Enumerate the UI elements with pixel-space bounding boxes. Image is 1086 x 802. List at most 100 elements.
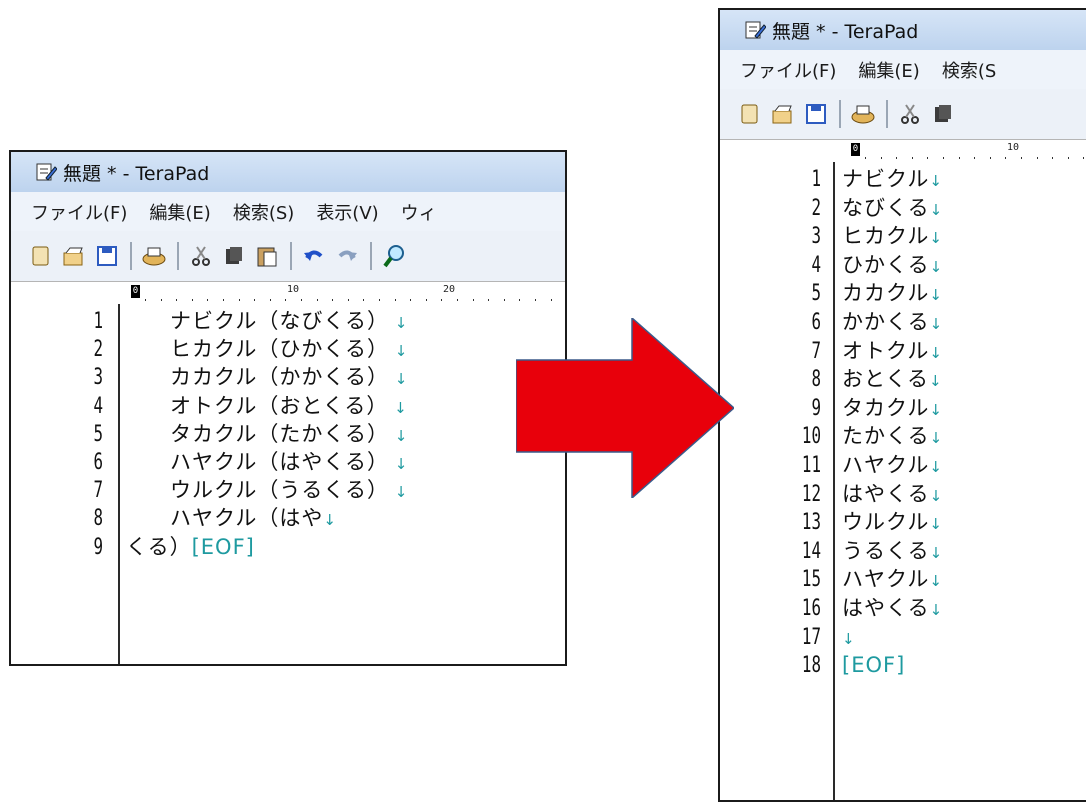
ruler-tick bbox=[223, 299, 224, 301]
print-icon[interactable] bbox=[851, 101, 875, 127]
text-line: カカクル↓ bbox=[842, 282, 943, 307]
terapad-app-icon bbox=[35, 161, 57, 183]
ruler-tick bbox=[504, 299, 505, 301]
line-text: ナビクル bbox=[842, 167, 930, 191]
newline-marker: ↓ bbox=[929, 572, 943, 591]
ruler-tick bbox=[348, 299, 349, 301]
text-line: くる）[EOF] bbox=[126, 535, 255, 561]
line-text: カカクル（かかくる） bbox=[126, 365, 389, 390]
newline-marker: ↓ bbox=[929, 229, 943, 248]
ruler-tick bbox=[865, 157, 866, 159]
ruler-tick bbox=[192, 299, 193, 301]
menu-bar: ファイル(F) 編集(E) 検索(S) 表示(V) ウィ bbox=[11, 192, 565, 231]
line-number: 2 bbox=[93, 337, 103, 363]
line-text: オトクル bbox=[842, 338, 930, 363]
menu-window[interactable]: ウィ bbox=[401, 199, 437, 225]
line-text: なびくる bbox=[842, 195, 930, 220]
menu-view[interactable]: 表示(V) bbox=[316, 199, 378, 225]
newline-marker: ↓ bbox=[323, 511, 337, 530]
gutter-divider bbox=[833, 162, 835, 800]
undo-icon[interactable] bbox=[302, 243, 326, 269]
newline-marker: ↓ bbox=[388, 342, 409, 361]
ruler-tick bbox=[239, 299, 240, 301]
newline-marker: ↓ bbox=[929, 400, 943, 419]
line-number: 8 bbox=[93, 506, 103, 532]
paste-icon[interactable] bbox=[255, 243, 279, 269]
cut-icon[interactable] bbox=[189, 243, 213, 269]
newline-marker: ↓ bbox=[929, 257, 944, 276]
text-line: うるくる↓ bbox=[842, 539, 943, 565]
title-bar: 無題 * - TeraPad bbox=[720, 10, 1086, 50]
menu-search[interactable]: 検索(S bbox=[942, 57, 996, 83]
text-line: ヒカクル↓ bbox=[842, 225, 943, 250]
text-line: ウルクル↓ bbox=[842, 511, 943, 536]
text-line: ハヤクル（はや↓ bbox=[126, 507, 337, 532]
ruler-label: 10 bbox=[287, 284, 300, 295]
ruler-tick bbox=[974, 157, 975, 159]
text-editor[interactable]: 1 ナビクル↓ 2 なびくる↓ 3 ヒカクル↓ 4 ひかくる↓ 5 カカクル↓ 6 かかくる↓ 7 オトク… bbox=[720, 162, 1086, 800]
newline-marker: ↓ bbox=[388, 314, 409, 332]
menu-file[interactable]: ファイル(F) bbox=[740, 57, 836, 83]
menu-bar: ファイル(F) 編集(E) 検索(S bbox=[720, 50, 1086, 89]
ruler-tick bbox=[301, 299, 302, 301]
toolbar bbox=[11, 231, 565, 281]
text-line: ハヤクル（はやくる） ↓ bbox=[126, 451, 408, 476]
text-line: ナビクル↓ bbox=[842, 168, 943, 193]
newline-marker: ↓ bbox=[929, 315, 944, 333]
open-folder-icon[interactable] bbox=[771, 101, 795, 127]
ruler-tick bbox=[1005, 157, 1006, 159]
ruler-tick bbox=[535, 299, 536, 301]
newline-marker: ↓ bbox=[929, 486, 944, 505]
text-line: はやくる↓ bbox=[842, 597, 943, 622]
text-editor[interactable]: 1 ナビクル（なびくる） ↓ 2 ヒカクル（ひかくる） ↓ 3 カカクル（かかくる）… bbox=[11, 304, 565, 664]
line-text: たかくる bbox=[842, 424, 930, 449]
line-number: 1 bbox=[93, 309, 103, 334]
save-icon[interactable] bbox=[804, 101, 828, 127]
column-ruler: 0 10 bbox=[720, 139, 1086, 163]
line-number: 15 bbox=[801, 567, 821, 593]
line-text: タカクル（たかくる） bbox=[126, 421, 389, 446]
line-text: ウルクル（うるくる） bbox=[126, 478, 389, 503]
print-icon[interactable] bbox=[142, 243, 166, 269]
menu-edit[interactable]: 編集(E) bbox=[858, 57, 919, 83]
newline-marker: ↓ bbox=[388, 455, 409, 473]
red-arrow bbox=[516, 318, 734, 498]
cut-icon[interactable] bbox=[898, 101, 922, 127]
line-text: ハヤクル（はやくる） bbox=[126, 450, 389, 474]
terapad-window-before: 無題 * - TeraPad ファイル(F) 編集(E) 検索(S) 表示(V)… bbox=[9, 150, 567, 666]
find-icon[interactable] bbox=[382, 243, 406, 269]
copy-icon[interactable] bbox=[222, 243, 246, 269]
line-text: はやくる bbox=[842, 481, 930, 506]
line-text: ウルクル bbox=[842, 510, 930, 535]
menu-edit[interactable]: 編集(E) bbox=[149, 199, 210, 225]
terapad-app-icon bbox=[744, 19, 766, 41]
ruler-tick bbox=[457, 299, 458, 301]
ruler-tick bbox=[176, 299, 177, 301]
newline-marker: ↓ bbox=[929, 343, 943, 362]
new-file-icon[interactable] bbox=[29, 243, 53, 269]
line-number: 6 bbox=[93, 450, 103, 475]
line-number: 6 bbox=[811, 310, 821, 335]
menu-search[interactable]: 検索(S) bbox=[233, 199, 294, 225]
toolbar-separator bbox=[130, 242, 132, 270]
ruler-tick bbox=[254, 299, 255, 301]
toolbar bbox=[720, 89, 1086, 139]
newline-marker: ↓ bbox=[928, 372, 943, 391]
text-line: かかくる↓ bbox=[842, 311, 943, 336]
line-text: ひかくる bbox=[842, 252, 930, 277]
new-file-icon[interactable] bbox=[738, 101, 762, 127]
save-icon[interactable] bbox=[95, 243, 119, 269]
line-number: 17 bbox=[801, 624, 821, 650]
redo-icon[interactable] bbox=[335, 243, 359, 269]
toolbar-separator bbox=[290, 242, 292, 270]
line-number: 13 bbox=[801, 510, 821, 536]
line-number: 5 bbox=[811, 281, 821, 307]
newline-marker: ↓ bbox=[929, 286, 943, 305]
open-folder-icon[interactable] bbox=[62, 243, 86, 269]
newline-marker: ↓ bbox=[842, 629, 856, 648]
copy-icon[interactable] bbox=[931, 101, 955, 127]
ruler-tick bbox=[912, 157, 913, 159]
newline-marker: ↓ bbox=[929, 172, 943, 190]
ruler-tick bbox=[1021, 157, 1022, 159]
menu-file[interactable]: ファイル(F) bbox=[31, 199, 127, 225]
